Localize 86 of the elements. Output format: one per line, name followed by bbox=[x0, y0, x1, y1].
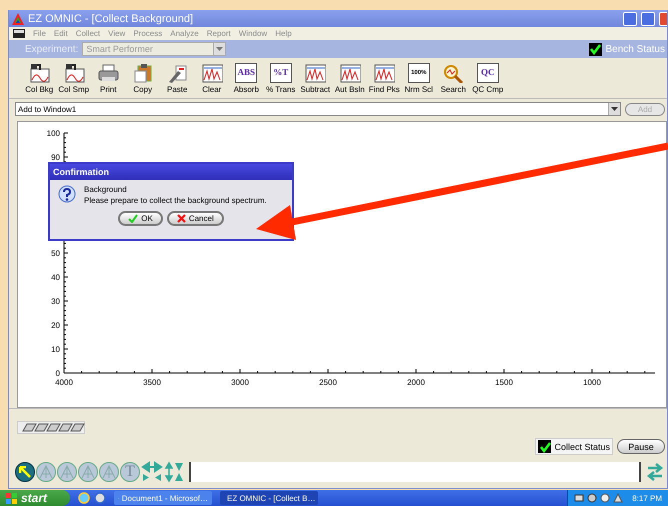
toolbar-button[interactable]: Col Smp bbox=[56, 62, 91, 94]
y-tick-label: 40 bbox=[51, 273, 60, 282]
check-icon bbox=[589, 43, 602, 55]
minimize-button[interactable] bbox=[623, 12, 637, 26]
command-field[interactable] bbox=[189, 462, 641, 482]
x-tick-label: 1000 bbox=[583, 378, 601, 387]
toolbar-button[interactable]: Col Bkg bbox=[22, 62, 56, 94]
toolbar-button[interactable]: ABS Absorb bbox=[229, 62, 264, 94]
windows-flag-icon bbox=[6, 492, 17, 504]
check-icon bbox=[538, 440, 551, 452]
toolbar-button[interactable]: %T % Trans bbox=[264, 62, 298, 94]
toolbar-button[interactable]: Subtract bbox=[298, 62, 332, 94]
start-button[interactable]: start bbox=[0, 490, 70, 506]
taskbar-button[interactable]: Document1 - Microsof… bbox=[114, 491, 212, 505]
dialog-heading: Background bbox=[84, 185, 128, 195]
tray-icon bbox=[613, 493, 624, 503]
arrow-icon bbox=[19, 466, 31, 478]
printer-icon bbox=[97, 62, 120, 82]
y-tick-label: 90 bbox=[51, 153, 60, 162]
checkbox[interactable] bbox=[588, 42, 602, 56]
clock: 8:17 PM bbox=[632, 494, 662, 502]
dialog-message: Please prepare to collect the background spectrum. bbox=[84, 196, 267, 206]
y-tick-label: 0 bbox=[56, 369, 60, 378]
dropdown-arrow-icon bbox=[216, 47, 224, 51]
peak-icon bbox=[102, 465, 116, 479]
app-icon bbox=[13, 29, 25, 38]
clipboard-icon bbox=[132, 62, 154, 82]
check-icon bbox=[128, 214, 138, 223]
checkbox[interactable] bbox=[538, 440, 552, 453]
spectrum-icon bbox=[62, 62, 85, 82]
toolbar-button[interactable]: Aut Bsln bbox=[332, 62, 367, 94]
spectrum-icon bbox=[200, 62, 223, 82]
toolbar-button[interactable]: Clear bbox=[194, 62, 229, 94]
pause-button[interactable]: Pause bbox=[617, 439, 665, 454]
toolbar-button[interactable]: Search bbox=[436, 62, 470, 94]
x-tick-label: 3500 bbox=[143, 378, 161, 387]
peak-icon bbox=[39, 465, 53, 479]
icon-text: %T bbox=[270, 62, 292, 82]
y-tick-label: 50 bbox=[51, 249, 60, 258]
x-tick-label: 3000 bbox=[231, 378, 249, 387]
toolbar-button[interactable]: QC QC Cmp bbox=[470, 62, 505, 94]
y-tick-label: 30 bbox=[51, 297, 60, 306]
window-dropdown[interactable]: Add to Window1 bbox=[15, 102, 621, 116]
restore-button[interactable] bbox=[641, 12, 655, 26]
x-tick-label: 1500 bbox=[495, 378, 513, 387]
tool-button[interactable] bbox=[15, 462, 35, 482]
collect-status-label: Collect Status bbox=[554, 442, 610, 452]
spectrum-icon bbox=[373, 62, 396, 82]
ok-button[interactable]: OK bbox=[118, 211, 163, 226]
window-title: EZ OMNIC - [Collect Background] bbox=[28, 12, 194, 24]
toolbar-button[interactable]: Print bbox=[91, 62, 126, 94]
shield-icon bbox=[600, 493, 610, 503]
icon-text: ABS bbox=[235, 62, 258, 82]
x-tick-label: 2500 bbox=[319, 378, 337, 387]
question-icon bbox=[58, 185, 76, 203]
dropdown-arrow-icon bbox=[611, 107, 618, 111]
peak-icon bbox=[81, 465, 95, 479]
toolbar-button[interactable]: Find Pks bbox=[367, 62, 402, 94]
search-icon bbox=[442, 62, 464, 82]
pen-icon bbox=[166, 62, 188, 82]
y-tick-label: 10 bbox=[51, 345, 60, 354]
cancel-button[interactable]: Cancel bbox=[166, 211, 224, 226]
toolbar-button[interactable]: Copy bbox=[126, 62, 160, 94]
spectrum-icon bbox=[304, 62, 326, 82]
peak-icon bbox=[60, 465, 74, 479]
toolbar-button[interactable]: Paste bbox=[160, 62, 194, 94]
experiment-label: Experiment: bbox=[25, 44, 78, 54]
bench-status-label: Bench Status bbox=[606, 44, 665, 54]
expand-arrows-icon bbox=[141, 461, 185, 483]
progress-stripes-icon bbox=[17, 421, 85, 434]
icon-text: QC bbox=[476, 62, 499, 82]
network-icon bbox=[574, 493, 584, 503]
x-tick-label: 4000 bbox=[55, 378, 73, 387]
dialog-title-bar: Confirmation bbox=[50, 164, 292, 180]
spectrum-icon bbox=[28, 62, 50, 82]
x-tick-label: 2000 bbox=[407, 378, 425, 387]
logo-icon bbox=[12, 12, 24, 24]
swap-arrows-icon bbox=[647, 463, 663, 481]
spectrum-icon bbox=[338, 62, 361, 82]
y-tick-label: 20 bbox=[51, 321, 60, 330]
speaker-icon bbox=[587, 493, 598, 503]
media-icon bbox=[94, 492, 106, 504]
cross-icon bbox=[176, 214, 186, 223]
taskbar-button[interactable]: EZ OMNIC - [Collect B… bbox=[220, 491, 318, 505]
browser-icon bbox=[78, 492, 90, 504]
y-tick-label: 100 bbox=[46, 129, 60, 138]
